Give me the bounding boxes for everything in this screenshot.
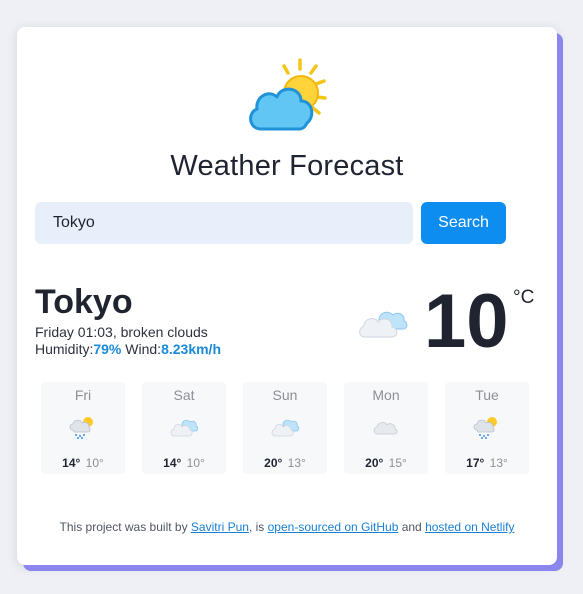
overcast-cloud-icon xyxy=(373,422,398,435)
broken-clouds-icon xyxy=(271,419,300,437)
temperature-unit: °C xyxy=(513,287,535,308)
humidity-wind-line: Humidity:79% Wind:8.23km/h xyxy=(35,341,221,358)
forecast-max-temp: 17° xyxy=(466,456,485,470)
sun-behind-cloud-icon xyxy=(249,58,327,131)
weather-description: broken clouds xyxy=(120,324,208,340)
forecast-day-name: Tue xyxy=(475,387,499,403)
footer-text: This project was built by xyxy=(59,520,191,534)
wind-label: Wind: xyxy=(125,341,162,357)
forecast-day-name: Sat xyxy=(173,387,195,403)
rain-cloud-sun-icon xyxy=(69,417,93,439)
footer-text: , is xyxy=(248,520,268,534)
humidity-value: 79% xyxy=(93,341,122,357)
forecast-min-temp: 13° xyxy=(489,456,508,470)
forecast-day: Tue 17° 13° xyxy=(445,382,529,474)
broken-clouds-icon xyxy=(170,419,199,437)
page-title: Weather Forecast xyxy=(170,150,404,182)
forecast-temps: 14° 10° xyxy=(41,456,125,470)
forecast-max-temp: 20° xyxy=(365,456,384,470)
weather-card: Weather Forecast Search Tokyo Friday 01:… xyxy=(17,27,557,565)
netlify-link[interactable]: hosted on Netlify xyxy=(425,520,514,534)
forecast-day: Sat 14° 10° xyxy=(142,382,226,474)
humidity-label: Humidity: xyxy=(35,341,94,357)
forecast-day: Mon 20° 15° xyxy=(344,382,428,474)
github-link[interactable]: open-sourced on GitHub xyxy=(268,520,399,534)
forecast-temps: 20° 13° xyxy=(243,456,327,470)
forecast-day: Sun 20° 13° xyxy=(243,382,327,474)
search-button[interactable]: Search xyxy=(421,202,506,244)
city-search-input[interactable] xyxy=(35,202,413,244)
footer-text: and xyxy=(398,520,426,534)
forecast-max-temp: 14° xyxy=(62,456,81,470)
broken-clouds-icon xyxy=(359,311,408,338)
footer: This project was built by Savitri Pun, i… xyxy=(17,520,557,534)
forecast-min-temp: 15° xyxy=(388,456,407,470)
rain-cloud-sun-icon xyxy=(473,417,497,439)
city-name: Tokyo xyxy=(35,283,133,321)
forecast-min-temp: 10° xyxy=(85,456,104,470)
forecast-min-temp: 13° xyxy=(287,456,306,470)
weather-details: Friday 01:03, broken clouds Humidity:79%… xyxy=(35,324,221,358)
datetime-description-line: Friday 01:03, broken clouds xyxy=(35,324,208,340)
forecast-day-name: Mon xyxy=(372,387,400,403)
current-temperature: 10 xyxy=(424,279,509,364)
forecast-min-temp: 10° xyxy=(186,456,205,470)
forecast-day-name: Sun xyxy=(272,387,298,403)
forecast-temps: 14° 10° xyxy=(142,456,226,470)
forecast-max-temp: 14° xyxy=(163,456,182,470)
datetime: Friday 01:03 xyxy=(35,324,113,340)
wind-value: 8.23km/h xyxy=(161,341,222,357)
forecast-day-name: Fri xyxy=(74,387,92,403)
author-link[interactable]: Savitri Pun xyxy=(191,520,249,534)
forecast-day: Fri 14° 10° xyxy=(41,382,125,474)
forecast-temps: 20° 15° xyxy=(344,456,428,470)
forecast-list: Fri 14° 10° Sat 14° 10° Sun 20° 13° Mon … xyxy=(41,382,531,474)
forecast-temps: 17° 13° xyxy=(445,456,529,470)
forecast-max-temp: 20° xyxy=(264,456,283,470)
